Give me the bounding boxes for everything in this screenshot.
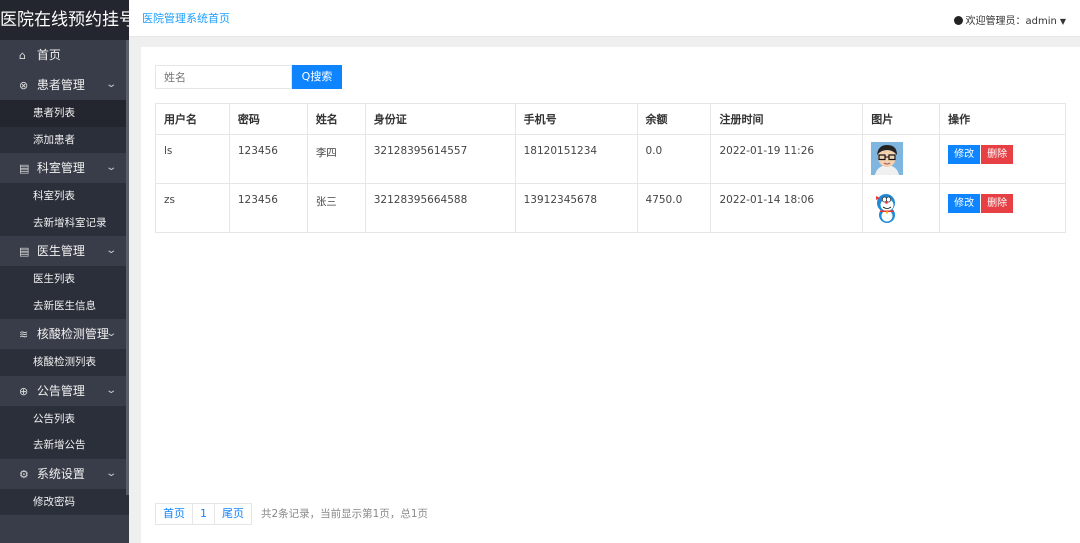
sidebar-group-patient[interactable]: ⊗ 患者管理 ⌄ — [0, 70, 129, 100]
table-row: zs 123456 张三 32128395664588 13912345678 … — [155, 183, 1066, 233]
sidebar-scrollbar[interactable] — [126, 40, 129, 495]
sidebar-group-label: 科室管理 — [36, 161, 85, 175]
chevron-down-icon: ⌄ — [104, 328, 117, 339]
caret-down-icon: ▼ — [1059, 17, 1066, 26]
edit-button[interactable]: 修改 — [948, 194, 981, 213]
circle-user-icon: ⊗ — [19, 79, 29, 92]
megaphone-icon: ⊕ — [19, 384, 29, 398]
sidebar-item-add-patient[interactable]: 添加患者 — [0, 126, 129, 153]
sidebar-group-label: 核酸检测管理 — [36, 327, 109, 341]
edit-button[interactable]: 修改 — [948, 145, 981, 164]
cell-phone: 18120151234 — [514, 134, 638, 184]
cell-actions: 修改 删除 — [939, 183, 1066, 233]
cell-name: 张三 — [306, 183, 366, 233]
page-number-link[interactable]: 1 — [192, 503, 215, 525]
column-header: 余额 — [636, 103, 712, 135]
cell-actions: 修改 删除 — [939, 134, 1066, 184]
sidebar-item-home[interactable]: ⌂ 首页 — [0, 40, 129, 70]
delete-button[interactable]: 删除 — [981, 145, 1014, 164]
breadcrumb[interactable]: 医院管理系统首页 — [142, 10, 230, 26]
cell-registered: 2022-01-19 11:26 — [710, 134, 864, 184]
column-header: 手机号 — [514, 103, 638, 135]
sidebar-item-add-notice[interactable]: 去新增公告 — [0, 432, 129, 459]
sidebar-item-label: 首页 — [36, 48, 61, 62]
user-menu[interactable]: 欢迎管理员：admin ▼ — [953, 12, 1066, 27]
pagination: 首页 1 尾页 共2条记录，当前显示第1页，总1页 — [155, 503, 428, 527]
top-bar: 医院管理系统首页 欢迎管理员：admin ▼ — [129, 0, 1080, 37]
cell-password: 123456 — [228, 183, 308, 233]
column-header: 姓名 — [306, 103, 366, 135]
patient-table: 用户名 密码 姓名 身份证 手机号 余额 注册时间 图片 操作 ls 12345… — [155, 103, 1066, 233]
column-header: 密码 — [228, 103, 308, 135]
sidebar-item-nucleic-test-list[interactable]: 核酸检测列表 — [0, 349, 129, 376]
column-header: 用户名 — [155, 103, 230, 135]
cell-image — [862, 134, 941, 184]
cell-image — [862, 183, 941, 233]
column-header: 注册时间 — [710, 103, 864, 135]
content-card: Q搜索 用户名 密码 姓名 身份证 手机号 余额 注册时间 图片 操作 ls 1… — [141, 47, 1080, 543]
layers-icon: ≋ — [19, 328, 29, 341]
document-icon: ▤ — [19, 245, 30, 258]
table-header-row: 用户名 密码 姓名 身份证 手机号 余额 注册时间 图片 操作 — [155, 103, 1066, 135]
sidebar-group-label: 系统设置 — [36, 466, 85, 481]
sidebar-item-doctor-list[interactable]: 医生列表 — [0, 266, 129, 293]
sidebar-item-add-doctor[interactable]: 去新医生信息 — [0, 292, 129, 319]
chevron-down-icon: ⌄ — [104, 245, 117, 256]
sidebar-group-label: 患者管理 — [36, 78, 85, 92]
first-page-link[interactable]: 首页 — [155, 503, 193, 525]
sidebar-group-label: 公告管理 — [36, 383, 85, 398]
sidebar-item-add-department[interactable]: 去新增科室记录 — [0, 209, 129, 236]
search-input[interactable] — [155, 65, 292, 89]
search-button[interactable]: Q搜索 — [292, 65, 342, 89]
sidebar-item-notice-list[interactable]: 公告列表 — [0, 405, 129, 432]
cell-id-card: 32128395664588 — [364, 183, 516, 233]
cell-id-card: 32128395614557 — [364, 134, 516, 184]
delete-button[interactable]: 删除 — [981, 194, 1014, 213]
sidebar-group-doctor[interactable]: ▤ 医生管理 ⌄ — [0, 236, 129, 266]
cell-password: 123456 — [228, 134, 308, 184]
cell-registered: 2022-01-14 18:06 — [710, 183, 864, 233]
home-icon: ⌂ — [19, 49, 26, 62]
chevron-down-icon: ⌄ — [104, 79, 117, 90]
sidebar: 医院在线预约挂号 ⌂ 首页 ⊗ 患者管理 ⌄ 患者列表 添加患者 ▤ 科室管理 … — [0, 0, 129, 543]
cell-balance: 0.0 — [636, 134, 712, 184]
sidebar-group-settings[interactable]: ⚙ 系统设置 ⌄ — [0, 459, 129, 489]
cell-username: ls — [155, 134, 230, 184]
cell-balance: 4750.0 — [636, 183, 712, 233]
sidebar-group-notice[interactable]: ⊕ 公告管理 ⌄ — [0, 376, 129, 406]
cell-name: 李四 — [306, 134, 366, 184]
avatar-boy-glasses — [871, 142, 904, 175]
cell-phone: 13912345678 — [514, 183, 638, 233]
sidebar-item-patient-list[interactable]: 患者列表 — [0, 100, 129, 127]
last-page-link[interactable]: 尾页 — [214, 503, 252, 525]
user-label: 欢迎管理员：admin — [965, 16, 1057, 27]
pagination-info: 共2条记录，当前显示第1页，总1页 — [261, 508, 429, 520]
column-header: 操作 — [939, 103, 1066, 135]
sidebar-item-department-list[interactable]: 科室列表 — [0, 183, 129, 210]
chevron-down-icon: ⌄ — [104, 162, 117, 173]
app-brand: 医院在线预约挂号 — [0, 0, 129, 40]
sidebar-group-department[interactable]: ▤ 科室管理 ⌄ — [0, 153, 129, 183]
document-icon: ▤ — [19, 162, 30, 175]
column-header: 图片 — [862, 103, 941, 135]
sidebar-group-label: 医生管理 — [36, 244, 85, 258]
cell-username: zs — [155, 183, 230, 233]
chevron-down-icon: ⌄ — [104, 467, 117, 479]
user-face-icon — [953, 16, 963, 25]
column-header: 身份证 — [364, 103, 516, 135]
gear-icon: ⚙ — [19, 467, 29, 481]
sidebar-item-change-password[interactable]: 修改密码 — [0, 488, 129, 515]
table-row: ls 123456 李四 32128395614557 18120151234 … — [155, 134, 1066, 184]
sidebar-group-nucleic-test[interactable]: ≋ 核酸检测管理 ⌄ — [0, 319, 129, 349]
chevron-down-icon: ⌄ — [104, 384, 117, 396]
avatar-doraemon — [871, 191, 904, 224]
